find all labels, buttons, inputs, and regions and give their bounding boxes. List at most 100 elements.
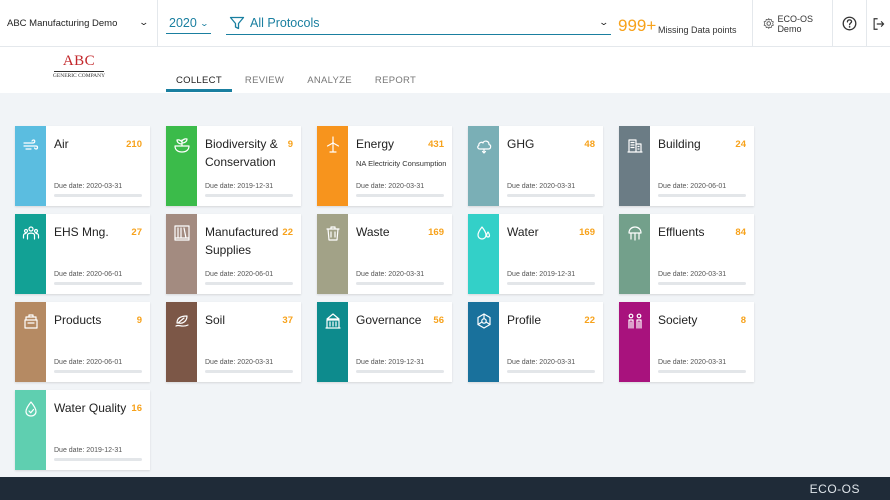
trash-bin-icon (325, 226, 340, 241)
card-progress-bar (54, 458, 142, 461)
logout-icon (873, 17, 885, 30)
card-progress-bar (356, 370, 444, 373)
card-color-strip (166, 214, 197, 294)
protocol-card-building[interactable]: Building 24 Due date: 2020-06-01 (619, 126, 754, 206)
wind-icon (22, 139, 38, 150)
card-missing-count: 84 (735, 227, 746, 238)
year-value: 2020 (169, 16, 197, 30)
gear-icon (763, 18, 774, 29)
protocol-select[interactable]: All Protocols ⌄ (226, 12, 611, 35)
company-logo: ABC GENERIC COMPANY (52, 53, 106, 89)
card-due-date: Due date: 2020-06-01 (54, 359, 123, 366)
card-due-date: Due date: 2020-03-31 (356, 183, 425, 190)
card-title: Manufactured Supplies (205, 225, 279, 257)
shelves-icon (173, 225, 190, 241)
card-missing-count: 22 (584, 315, 595, 326)
card-missing-count: 48 (584, 139, 595, 150)
user-name: ECO-OS Demo (777, 13, 813, 34)
card-missing-count: 431 (428, 139, 444, 150)
card-due-date: Due date: 2020-06-01 (54, 271, 123, 278)
missing-data-label[interactable]: Missing Data points (658, 25, 737, 35)
card-title: EHS Mng. (54, 225, 109, 239)
card-color-strip (468, 302, 499, 382)
card-missing-count: 56 (433, 315, 444, 326)
card-progress-bar (205, 194, 293, 197)
protocol-card-waste[interactable]: Waste 169 Due date: 2020-03-31 (317, 214, 452, 294)
top-bar: ABC Manufacturing Demo ⌄ 2020 ⌄ All Prot… (0, 0, 890, 47)
card-color-strip (619, 214, 650, 294)
card-progress-bar (658, 370, 746, 373)
company-select[interactable]: ABC Manufacturing Demo ⌄ (0, 0, 158, 47)
card-progress-bar (658, 282, 746, 285)
card-title: Air (54, 137, 69, 151)
card-title: Waste (356, 225, 390, 239)
card-missing-count: 27 (131, 227, 142, 238)
year-select[interactable]: 2020 ⌄ (166, 13, 211, 34)
card-title: Building (658, 137, 701, 151)
protocol-card-soil[interactable]: Soil 37 Due date: 2020-03-31 (166, 302, 301, 382)
card-color-strip (468, 214, 499, 294)
help-button[interactable] (832, 0, 866, 47)
card-due-date: Due date: 2019-12-31 (507, 271, 576, 278)
protocol-card-products[interactable]: Products 9 Due date: 2020-06-01 (15, 302, 150, 382)
card-title: Profile (507, 313, 542, 327)
sub-bar: ABC GENERIC COMPANY COLLECT REVIEW ANALYZE… (0, 47, 890, 93)
card-progress-bar (507, 282, 595, 285)
tab-review[interactable]: REVIEW (235, 75, 294, 92)
card-title: Energy (356, 137, 395, 151)
card-missing-count: 16 (131, 403, 142, 414)
card-color-strip (468, 126, 499, 206)
user-menu[interactable]: ECO-OS Demo (752, 0, 832, 47)
footer: ECO-OS (0, 477, 890, 500)
cloud-icon (476, 140, 491, 154)
card-due-date: Due date: 2020-03-31 (54, 183, 123, 190)
protocol-card-ghg[interactable]: GHG 48 Due date: 2020-03-31 (468, 126, 603, 206)
card-missing-count: 169 (579, 227, 595, 238)
card-color-strip (15, 126, 46, 206)
protocol-card-society[interactable]: Society 8 Due date: 2020-03-31 (619, 302, 754, 382)
tab-report[interactable]: REPORT (365, 75, 426, 92)
card-missing-count: 210 (126, 139, 142, 150)
building-icon (626, 139, 643, 153)
card-due-date: Due date: 2020-03-31 (658, 359, 727, 366)
card-color-strip (15, 302, 46, 382)
protocol-card-profile[interactable]: Profile 22 Due date: 2020-03-31 (468, 302, 603, 382)
card-due-date: Due date: 2020-03-31 (205, 359, 274, 366)
card-color-strip (15, 390, 46, 470)
package-icon (23, 314, 38, 329)
plant-bowl-icon (173, 138, 190, 153)
soil-leaf-icon (174, 315, 189, 327)
card-progress-bar (54, 370, 142, 373)
protocol-card-ehs-mng[interactable]: EHS Mng. 27 Due date: 2020-06-01 (15, 214, 150, 294)
protocol-card-water-quality[interactable]: Water Quality 16 Due date: 2019-12-31 (15, 390, 150, 470)
logo-text: ABC (62, 53, 96, 69)
footer-brand: ECO-OS (809, 482, 860, 496)
card-due-date: Due date: 2020-06-01 (658, 183, 727, 190)
card-color-strip (317, 214, 348, 294)
protocol-card-effluents[interactable]: Effluents 84 Due date: 2020-03-31 (619, 214, 754, 294)
card-title: Effluents (658, 225, 705, 239)
protocol-card-biodiversity-conservation[interactable]: Biodiversity & Conservation 9 Due date: 20… (166, 126, 301, 206)
card-due-date: Due date: 2020-06-01 (205, 271, 274, 278)
tab-collect[interactable]: COLLECT (166, 75, 232, 92)
card-progress-bar (658, 194, 746, 197)
tab-analyze[interactable]: ANALYZE (297, 75, 362, 92)
card-missing-count: 169 (428, 227, 444, 238)
missing-data-count[interactable]: 999+ (618, 16, 656, 36)
card-progress-bar (54, 194, 142, 197)
protocol-card-air[interactable]: Air 210 Due date: 2020-03-31 (15, 126, 150, 206)
logo-divider (54, 71, 104, 72)
card-title: Society (658, 313, 698, 327)
card-due-date: Due date: 2020-03-31 (507, 359, 576, 366)
logout-button[interactable] (866, 0, 890, 47)
card-missing-count: 9 (287, 139, 293, 150)
card-color-strip (619, 302, 650, 382)
protocol-card-water[interactable]: Water 169 Due date: 2019-12-31 (468, 214, 603, 294)
protocol-card-manufactured-supplies[interactable]: Manufactured Supplies 22 Due date: 2020-06… (166, 214, 301, 294)
protocol-card-energy[interactable]: Energy 431 NA Electricity Consumption Due d… (317, 126, 452, 206)
chevron-down-icon: ⌄ (138, 17, 150, 27)
filter-icon (229, 16, 245, 30)
protocol-card-governance[interactable]: Governance 56 Due date: 2019-12-31 (317, 302, 452, 382)
card-missing-count: 37 (282, 315, 293, 326)
card-color-strip (619, 126, 650, 206)
